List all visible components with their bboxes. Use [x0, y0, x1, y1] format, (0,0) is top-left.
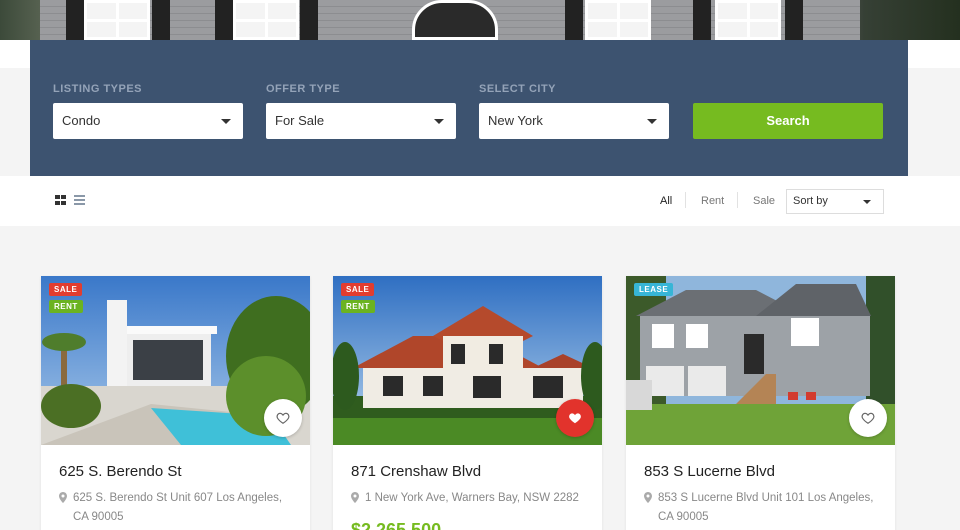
listing-card[interactable]: SALE RENT 871 Crenshaw Blvd 1 New York A… [333, 276, 602, 530]
filter-rent[interactable]: Rent [701, 195, 724, 207]
listing-address-text: 853 S Lucerne Blvd Unit 101 Los Angeles,… [658, 492, 874, 523]
chevron-down-icon [221, 119, 231, 124]
favorite-button[interactable] [849, 399, 887, 437]
divider [685, 192, 686, 208]
favorite-button[interactable] [556, 399, 594, 437]
grid-view-icon[interactable] [55, 195, 66, 205]
listing-types-value: Condo [62, 113, 101, 128]
listing-address: 625 S. Berendo St Unit 607 Los Angeles, … [59, 489, 291, 527]
badge-sale: SALE [341, 283, 375, 296]
search-panel: LISTING TYPES Condo OFFER TYPE For Sale … [30, 40, 908, 176]
listing-title[interactable]: 853 S Lucerne Blvd [644, 463, 775, 480]
sort-by-select[interactable]: Sort by [786, 189, 884, 214]
badge-rent: RENT [49, 300, 83, 313]
listing-types-label: LISTING TYPES [53, 83, 143, 95]
divider [737, 192, 738, 208]
listing-title[interactable]: 625 S. Berendo St [59, 463, 182, 480]
chevron-down-icon [434, 119, 444, 124]
listing-photo[interactable]: SALE RENT [41, 276, 310, 445]
sort-by-value: Sort by [793, 195, 828, 207]
list-view-icon[interactable] [74, 195, 85, 205]
favorite-button[interactable] [264, 399, 302, 437]
listing-card[interactable]: LEASE 853 S Lucerne Blvd 853 S Lucerne B… [626, 276, 895, 530]
listing-address-text: 1 New York Ave, Warners Bay, NSW 2282 [365, 492, 579, 504]
select-city-label: SELECT CITY [479, 83, 557, 95]
listing-price: $2,265,500 [351, 520, 442, 530]
listing-photo[interactable]: LEASE [626, 276, 895, 445]
listing-address: 853 S Lucerne Blvd Unit 101 Los Angeles,… [644, 489, 876, 527]
heart-icon [861, 412, 875, 424]
map-pin-icon [644, 492, 652, 503]
offer-type-select[interactable]: For Sale [266, 103, 456, 139]
search-button[interactable]: Search [693, 103, 883, 139]
listing-card[interactable]: SALE RENT 625 S. Berendo St 625 S. Beren… [41, 276, 310, 530]
offer-type-value: For Sale [275, 113, 325, 128]
select-city-value: New York [488, 113, 543, 128]
badge-lease: LEASE [634, 283, 674, 296]
results-toolbar: All Rent Sale Sort by [0, 176, 960, 226]
map-pin-icon [351, 492, 359, 503]
filter-all[interactable]: All [660, 195, 672, 207]
listing-title[interactable]: 871 Crenshaw Blvd [351, 463, 481, 480]
badge-rent: RENT [341, 300, 375, 313]
chevron-down-icon [647, 119, 657, 124]
listing-types-select[interactable]: Condo [53, 103, 243, 139]
heart-icon [569, 413, 581, 424]
listing-address-text: 625 S. Berendo St Unit 607 Los Angeles, … [73, 492, 283, 523]
badge-sale: SALE [49, 283, 83, 296]
map-pin-icon [59, 492, 67, 503]
offer-type-label: OFFER TYPE [266, 83, 341, 95]
listing-address: 1 New York Ave, Warners Bay, NSW 2282 [351, 489, 583, 508]
filter-sale[interactable]: Sale [753, 195, 775, 207]
heart-icon [276, 412, 290, 424]
select-city-select[interactable]: New York [479, 103, 669, 139]
chevron-down-icon [863, 200, 871, 204]
listing-photo[interactable]: SALE RENT [333, 276, 602, 445]
